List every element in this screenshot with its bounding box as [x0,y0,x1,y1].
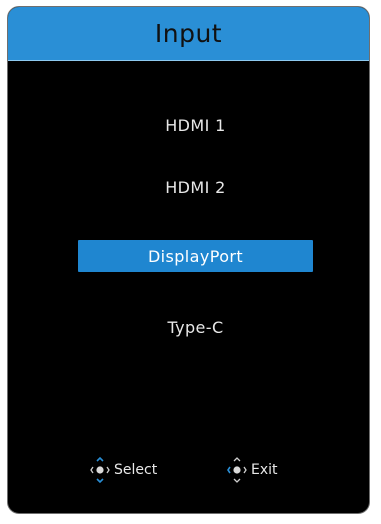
input-option-hdmi-2[interactable]: HDMI 2 [78,171,313,203]
input-option-displayport[interactable]: DisplayPort [78,240,313,272]
exit-hint-label: Exit [251,462,278,478]
select-hint-label: Select [114,462,158,478]
input-option-type-c[interactable]: Type-C [78,311,313,343]
osd-header: Input [8,7,369,61]
joystick-icon [227,457,247,483]
osd-title: Input [154,19,223,48]
osd-menu-panel: Input HDMI 1 HDMI 2 DisplayPort Type-C S… [7,6,370,514]
select-hint: Select [90,455,157,485]
joystick-icon [90,456,110,484]
exit-hint: Exit [227,455,278,485]
input-option-hdmi-1[interactable]: HDMI 1 [78,109,313,141]
